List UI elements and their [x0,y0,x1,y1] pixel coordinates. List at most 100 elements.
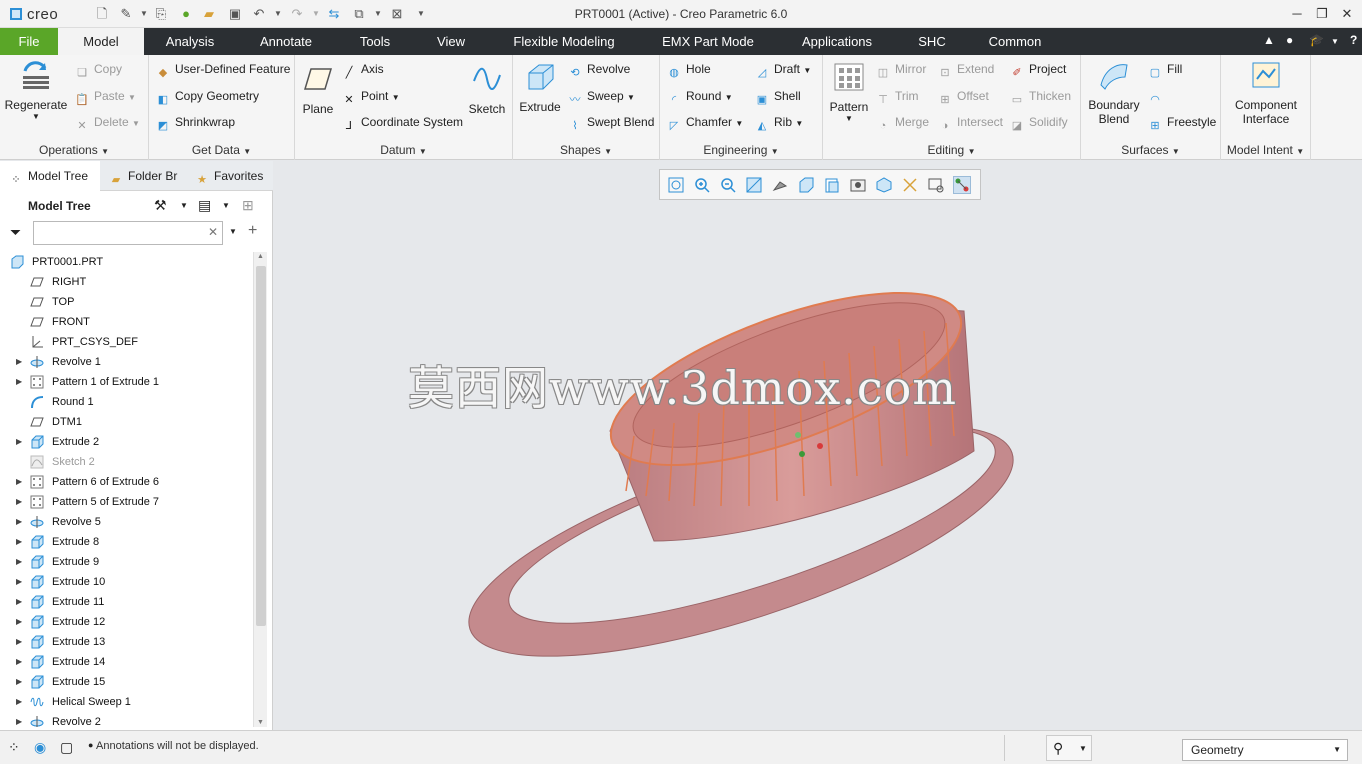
shrinkwrap-button[interactable]: ◩ Shrinkwrap [155,113,235,132]
minimize-icon[interactable]: ─ [1286,4,1308,24]
expand-arrow-icon[interactable]: ▶ [16,712,22,727]
show-dropdown-icon[interactable]: ▼ [222,201,230,210]
browser-icon[interactable]: ◉ [34,739,46,756]
round-button[interactable]: ◜ Round ▼ [666,87,733,106]
extend-button[interactable]: ⊡ Extend [937,60,994,79]
tree-node[interactable]: FRONT [0,312,252,332]
chamfer-button[interactable]: ◸ Chamfer ▼ [666,113,744,132]
tree-node[interactable]: ▶ Extrude 10 [0,572,252,592]
tab-favorites[interactable]: ★ Favorites [190,161,272,191]
zoom-out-icon[interactable] [719,176,737,194]
expand-arrow-icon[interactable]: ▶ [16,592,22,612]
show-columns-icon[interactable]: ▤ [198,197,211,214]
expand-arrow-icon[interactable]: ▶ [16,532,22,552]
point-button[interactable]: ✕ Point ▼ [341,87,399,106]
tree-node[interactable]: RIGHT [0,272,252,292]
annotation-display-icon[interactable] [927,176,945,194]
regenerate-button[interactable]: Regenerate ▼ [4,59,68,121]
restore-icon[interactable]: ❐ [1311,4,1333,24]
gear-ring-model[interactable] [446,257,1036,703]
draft-button[interactable]: ◿ Draft ▼ [754,60,812,79]
tree-node[interactable]: ▶ Extrude 9 [0,552,252,572]
tree-node[interactable]: TOP [0,292,252,312]
expand-arrow-icon[interactable]: ▶ [16,372,22,392]
tree-node[interactable]: ▶ Extrude 12 [0,612,252,632]
freestyle-button[interactable]: ⊞ Freestyle [1147,113,1216,132]
expand-arrow-icon[interactable]: ▶ [16,572,22,592]
tree-node[interactable]: ▶ Revolve 2 [0,712,252,727]
offset-button[interactable]: ⊞ Offset [937,87,988,106]
collapse-ribbon-icon[interactable]: ▲ [1263,33,1275,47]
tree-node[interactable]: ▶ Revolve 5 [0,512,252,532]
datum-display-icon[interactable] [901,176,919,194]
coordinate-system-button[interactable]: ⅃ Coordinate System [341,113,463,132]
fill-button[interactable]: ▢ Fill [1147,60,1183,79]
axis-button[interactable]: ╱ Axis [341,60,384,79]
intersect-button[interactable]: ◑ Intersect [937,113,1003,132]
trim-button[interactable]: ⊤ Trim [875,87,918,106]
copy-button[interactable]: ❏ Copy [74,60,122,79]
merge-button[interactable]: ◔ Merge [875,113,929,132]
graphics-window[interactable] [274,161,1362,730]
tree-node[interactable]: ▶ Pattern 5 of Extrude 7 [0,492,252,512]
scroll-down-icon[interactable]: ▼ [257,719,264,726]
settings-tools-icon[interactable]: ⚒ [154,197,167,214]
revolve-button[interactable]: ⟲ Revolve [567,60,630,79]
rib-button[interactable]: ◭ Rib ▼ [754,113,804,132]
tab-model[interactable]: Model [58,28,144,55]
selection-filter-select[interactable]: Geometry ▼ [1182,739,1348,761]
toggle-navigator-icon[interactable]: ⁘ [8,739,20,756]
tree-node[interactable]: ▶ Extrude 2 [0,432,252,452]
expand-arrow-icon[interactable]: ▶ [16,352,22,372]
tab-model-tree[interactable]: ⁘ Model Tree [0,161,100,191]
group-label-get-data[interactable]: Get Data ▼ [149,143,294,157]
delete-button[interactable]: ✕ Delete ▼ [74,113,140,132]
tree-node[interactable]: ▶ Extrude 11 [0,592,252,612]
group-label-operations[interactable]: Operations ▼ [0,143,148,157]
tree-scrollbar[interactable]: ▲ ▼ [253,252,267,727]
tab-annotate[interactable]: Annotate [246,28,326,55]
help-search-icon[interactable]: ● [1286,33,1293,47]
saved-orientations-icon[interactable] [797,176,815,194]
tree-node[interactable]: Round 1 [0,392,252,412]
expand-arrow-icon[interactable]: ▶ [16,492,22,512]
copy-geometry-button[interactable]: ◧ Copy Geometry [155,87,259,106]
expand-arrow-icon[interactable]: ▶ [16,552,22,572]
project-button[interactable]: ✐ Project [1009,60,1066,79]
expand-arrow-icon[interactable]: ▶ [16,432,22,452]
options-dropdown-icon[interactable]: ▼ [1331,37,1339,46]
repaint-icon[interactable] [745,176,763,194]
view-manager-icon[interactable] [823,176,841,194]
expand-arrow-icon[interactable]: ▶ [16,652,22,672]
tab-applications[interactable]: Applications [790,28,884,55]
settings-dropdown-icon[interactable]: ▼ [180,201,188,210]
zoom-in-icon[interactable] [693,176,711,194]
solidify-button[interactable]: ◪ Solidify [1009,113,1068,132]
user-defined-feature-button[interactable]: ◆ User-Defined Feature [155,60,291,79]
mirror-button[interactable]: ◫ Mirror [875,60,927,79]
expand-arrow-icon[interactable]: ▶ [16,512,22,532]
plane-button[interactable]: Plane [297,63,339,116]
tree-node[interactable]: DTM1 [0,412,252,432]
find-button[interactable]: ⚲ ▼ [1046,735,1092,761]
tab-tools[interactable]: Tools [345,28,405,55]
tree-filter-icon[interactable]: ⊞ [242,197,254,214]
perspective-icon[interactable] [849,176,867,194]
component-interface-button[interactable]: Component Interface [1223,59,1309,126]
tab-flexible-modeling[interactable]: Flexible Modeling [500,28,628,55]
tab-analysis[interactable]: Analysis [150,28,230,55]
filter-icon[interactable]: ⏷ [10,224,21,241]
tree-node[interactable]: ▶ Pattern 6 of Extrude 6 [0,472,252,492]
expand-arrow-icon[interactable]: ▶ [16,632,22,652]
scroll-thumb[interactable] [256,266,266,626]
learning-icon[interactable]: 🎓 [1309,33,1324,47]
pattern-button[interactable]: Pattern ▼ [825,61,873,123]
tree-node[interactable]: Sketch 2 [0,452,252,472]
clear-search-icon[interactable]: ✕ [208,225,218,239]
paste-button[interactable]: 📋 Paste ▼ [74,87,136,106]
group-label-datum[interactable]: Datum ▼ [295,143,512,157]
display-style-icon[interactable] [771,176,789,194]
refit-icon[interactable] [667,176,685,194]
tab-shc[interactable]: SHC [908,28,956,55]
tree-node[interactable]: ▶ Revolve 1 [0,352,252,372]
